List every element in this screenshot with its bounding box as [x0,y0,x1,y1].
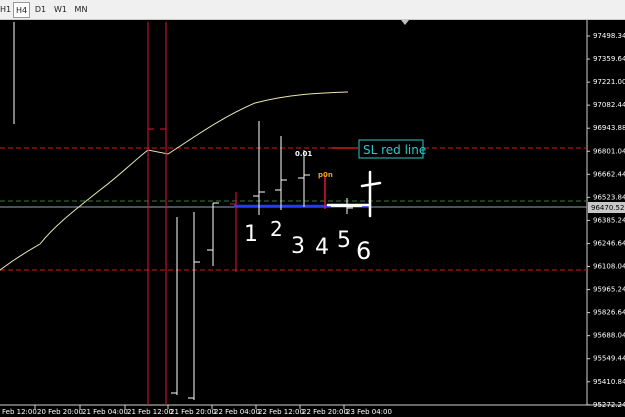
price-tick-label: 97498.34 [593,32,625,40]
bar-10 [298,150,310,207]
timeframe-toolbar: H1 H4 D1 W1 MN [0,0,625,20]
timeframe-h4-button[interactable]: H4 [13,2,30,18]
price-tick-label: 95410.84 [593,378,625,386]
timeframe-h1-button[interactable]: H1 [0,2,11,18]
price-tick-label: 97359.64 [593,55,625,63]
lot-size-label: 0.01 [295,150,312,158]
handwritten-sequence: 1 2 3 4 5 6 [244,217,371,265]
timeframe-d1-button[interactable]: D1 [33,2,48,18]
price-tick-label: 95826.64 [593,309,625,317]
price-tick-label: 96943.88 [593,124,625,132]
price-axis: 97498.34 97359.64 97221.00 97082.44 96943.88… [587,32,625,409]
price-tick-label: 96662.44 [593,170,625,178]
price-tick-label: 97221.00 [593,78,625,86]
price-tick-label: 95272.24 [593,401,625,409]
seq-1: 1 [244,222,258,247]
time-tick-label: 22 Feb 20:00 [302,408,348,416]
order-label: p0n [318,171,333,179]
price-tick-label: 95688.04 [593,332,625,340]
time-tick-label: Feb 12:00 [2,408,37,416]
bar-2 [147,22,154,405]
time-tick-label: 21 Feb 12:00 [127,408,173,416]
bar-8 [253,121,265,215]
seq-4: 4 [315,235,329,260]
timeframe-mn-button[interactable]: MN [72,2,90,18]
seq-3: 3 [291,234,305,259]
current-price-label: 96470.52 [591,204,624,212]
time-tick-label: 22 Feb 12:00 [258,408,304,416]
seq-2: 2 [270,217,283,241]
price-tick-label: 96246.64 [593,239,625,247]
bar-6 [207,202,219,266]
bar-4 [171,217,178,395]
price-tick-label: 97082.44 [593,101,625,109]
price-tick-label: 95549.44 [593,355,625,363]
hand-drawn-marks [326,170,382,218]
time-axis: Feb 12:00 20 Feb 20:00 21 Feb 04:00 21 Feb … [2,405,392,416]
seq-5: 5 [337,228,351,253]
bar-7 [230,192,237,272]
time-tick-label: 23 Feb 04:00 [346,408,392,416]
time-tick-label: 21 Feb 20:00 [170,408,216,416]
price-tick-label: 96523.84 [593,193,625,201]
chart-shift-marker[interactable] [401,20,409,25]
price-chart[interactable]: SL red line 0.01 p0n 1 2 3 4 5 6 97498.3… [0,20,625,417]
time-tick-label: 22 Feb 04:00 [214,408,260,416]
time-tick-label: 21 Feb 04:00 [82,408,128,416]
bar-3 [160,22,167,405]
sl-label: SL red line [363,143,426,157]
price-tick-label: 96801.04 [593,147,625,155]
time-tick-label: 20 Feb 20:00 [37,408,83,416]
price-tick-label: 96385.24 [593,216,625,224]
timeframe-w1-button[interactable]: W1 [52,2,69,18]
bar-5 [188,212,200,400]
price-tick-label: 95965.24 [593,286,625,294]
seq-6: 6 [356,237,371,265]
price-tick-label: 96108.04 [593,263,625,271]
bar-9 [275,136,287,210]
